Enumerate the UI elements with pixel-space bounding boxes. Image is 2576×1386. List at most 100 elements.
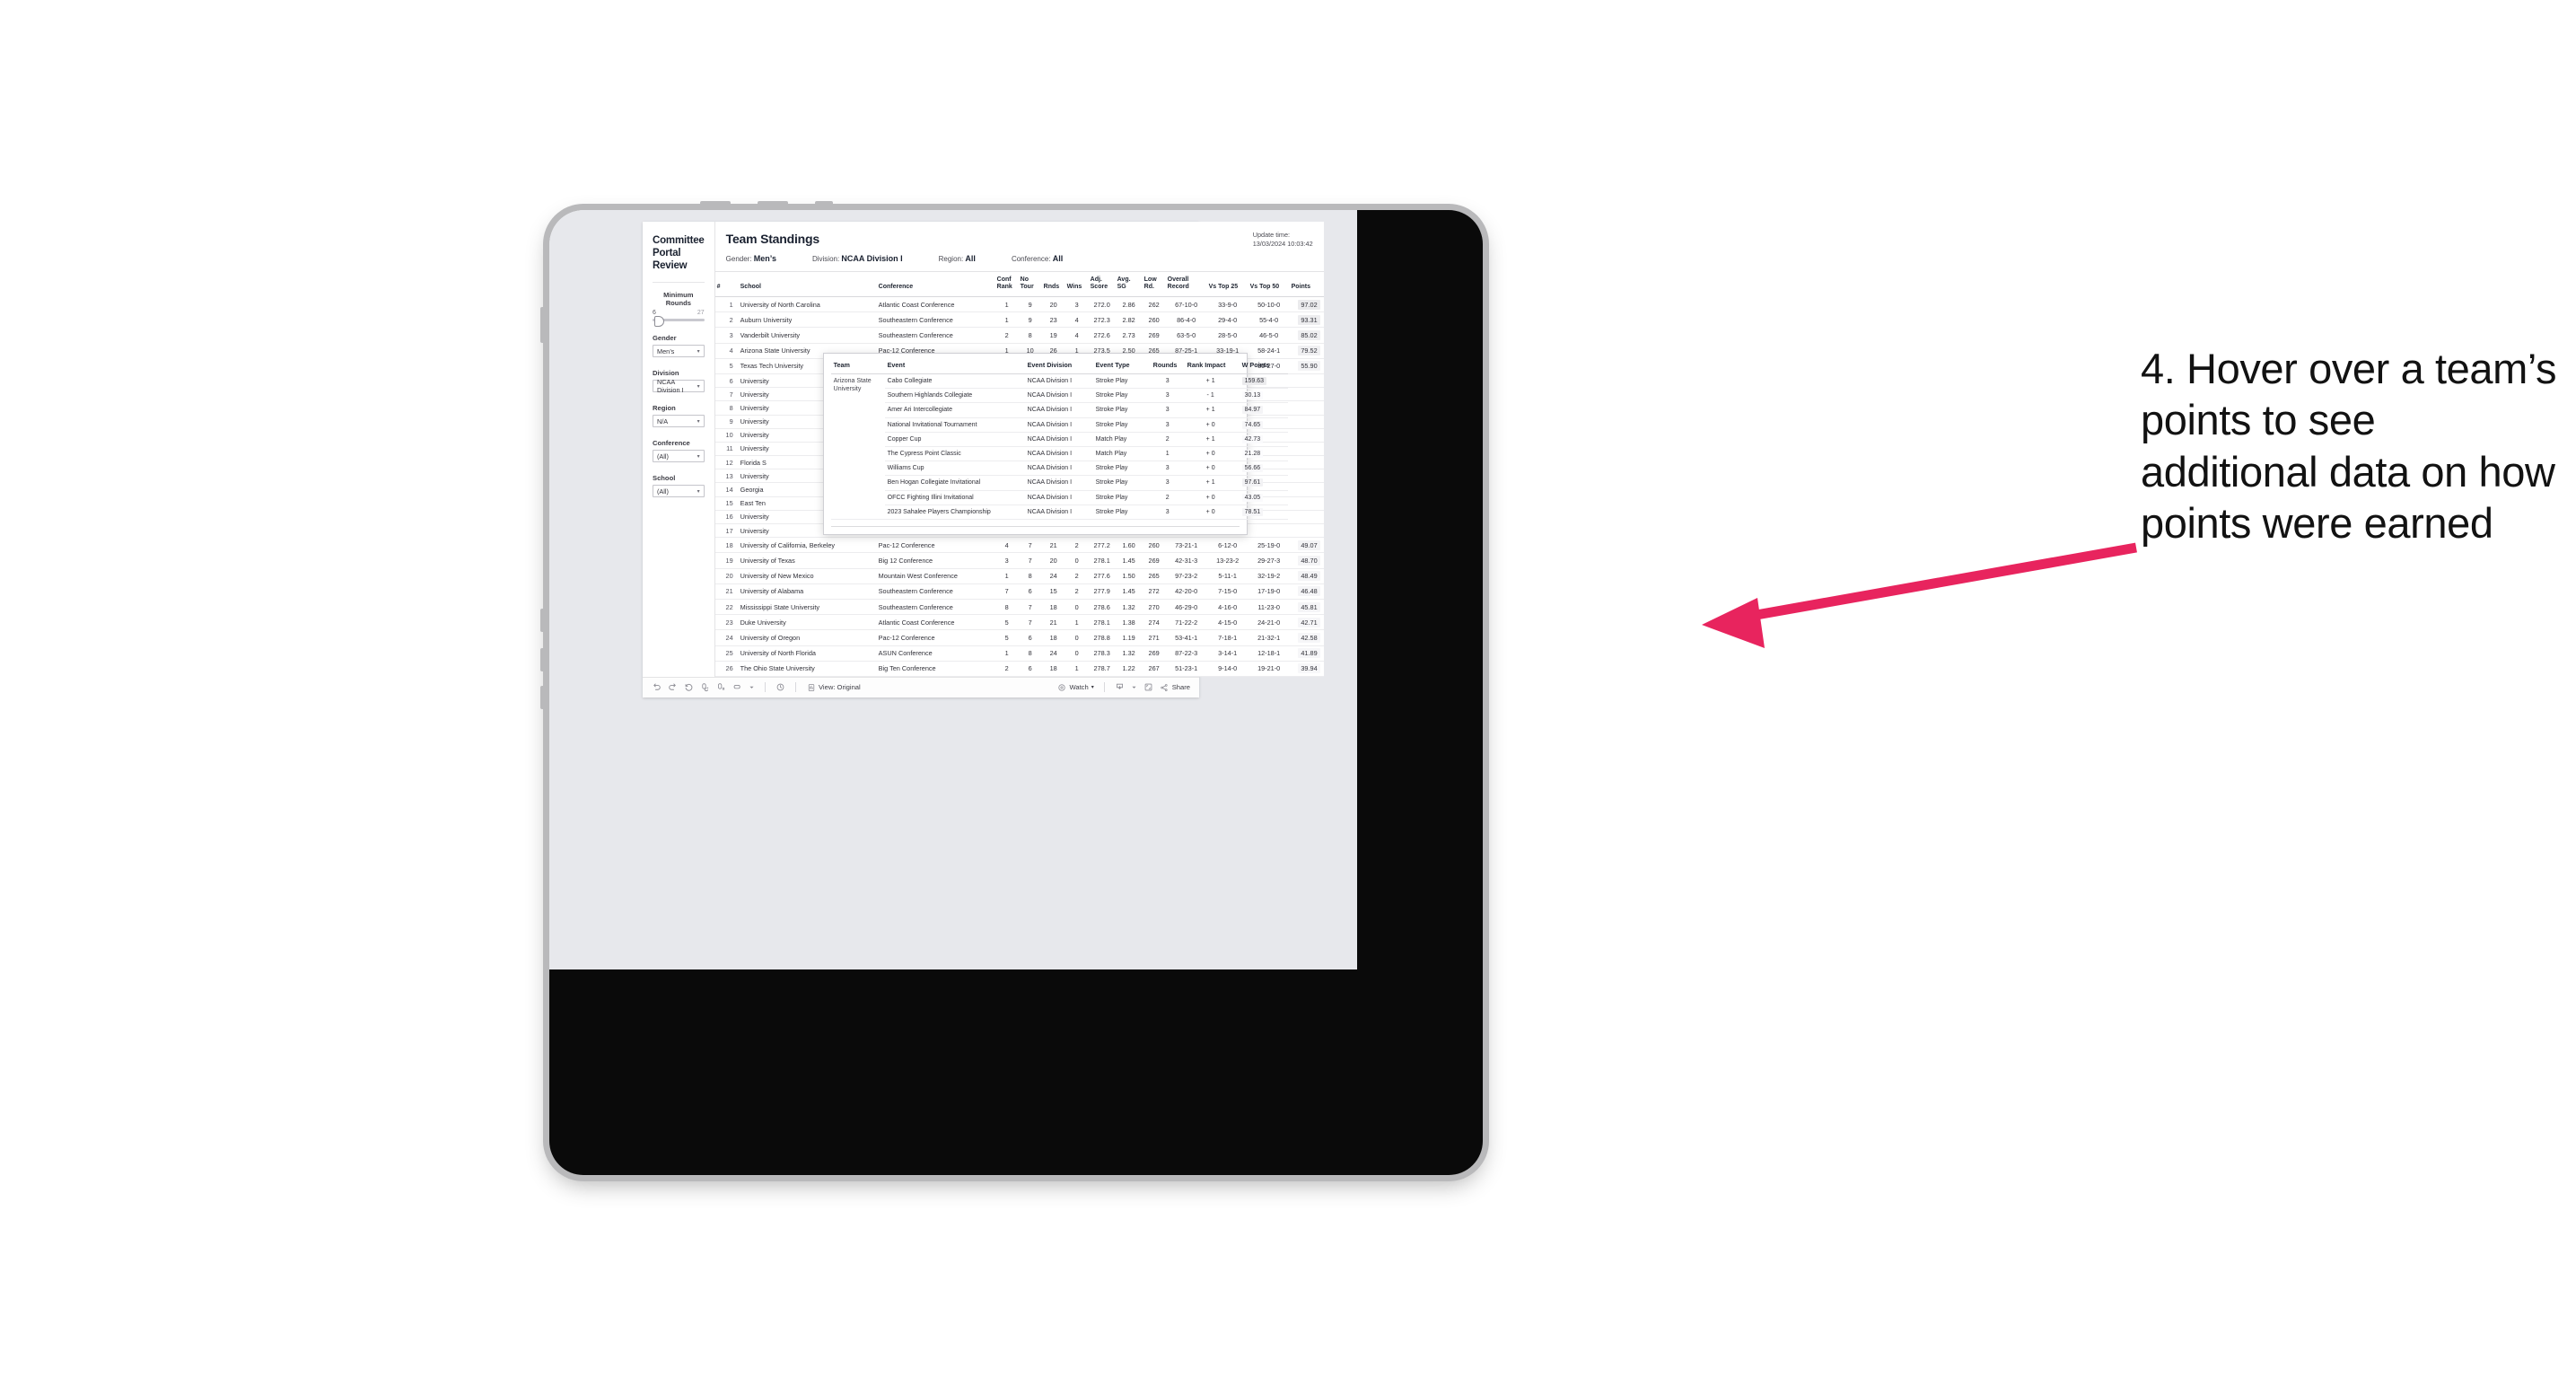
rnds-cell: 21 (1041, 614, 1065, 631)
col-no-tour[interactable]: No Tour (1018, 272, 1042, 297)
points-cell[interactable] (1289, 455, 1324, 470)
points-cell[interactable] (1289, 510, 1324, 525)
points-cell[interactable] (1289, 469, 1324, 484)
tooltip-event-type-cell: Stroke Play (1092, 475, 1151, 491)
filter-conference-select[interactable]: (All) ▾ (653, 450, 705, 462)
col-vs-top-25[interactable]: Vs Top 25 (1206, 272, 1249, 297)
dropdown-caret-icon[interactable] (749, 682, 755, 692)
chevron-down-icon[interactable] (1131, 682, 1137, 692)
table-row[interactable]: 25 University of North Florida ASUN Confer… (714, 645, 1324, 662)
table-row[interactable]: 22 Mississippi State University Southeaste… (714, 599, 1324, 616)
fullscreen-icon[interactable] (1143, 682, 1153, 692)
view-original-button[interactable]: View: Original (806, 682, 861, 692)
share-button[interactable]: Share (1160, 682, 1190, 692)
points-cell[interactable]: 49.07 (1289, 537, 1324, 554)
points-cell[interactable]: 42.58 (1289, 629, 1324, 646)
download-icon[interactable] (1115, 682, 1125, 692)
device-side-button-extra (540, 686, 545, 709)
points-cell[interactable]: 41.89 (1289, 645, 1324, 662)
points-cell[interactable]: 46.48 (1289, 583, 1324, 600)
table-row[interactable]: 21 University of Alabama Southeastern Conf… (714, 583, 1324, 600)
tooltip-event-division-cell: NCAA Division I (1024, 446, 1093, 462)
col-conf-rank[interactable]: Conf Rank (994, 272, 1019, 297)
points-cell[interactable] (1289, 442, 1324, 457)
filter-gender: Gender Men’s ▾ (653, 334, 705, 357)
points-cell[interactable]: 93.31 (1289, 311, 1324, 329)
table-row[interactable]: 24 University of Oregon Pac-12 Conference 5… (714, 629, 1324, 646)
points-cell[interactable] (1289, 373, 1324, 389)
col-rnds[interactable]: Rnds (1041, 272, 1065, 297)
revert-icon[interactable] (684, 682, 694, 692)
alerts-icon[interactable] (775, 682, 785, 692)
adj-score-cell: 278.1 (1088, 614, 1116, 631)
points-cell[interactable] (1289, 428, 1324, 443)
undo-icon[interactable] (652, 682, 662, 692)
overall-record-cell: 87-22-3 (1165, 645, 1207, 662)
points-cell[interactable] (1289, 523, 1324, 539)
school-cell: Auburn University (738, 311, 877, 329)
table-row[interactable]: 23 Duke University Atlantic Coast Conferen… (714, 614, 1324, 631)
col-vs-top-50[interactable]: Vs Top 50 (1248, 272, 1290, 297)
avg-sg-cell: 1.22 (1115, 661, 1143, 677)
minimum-rounds-slider-handle[interactable] (654, 315, 664, 327)
minimum-rounds-slider[interactable] (653, 315, 705, 327)
col-avg-sg[interactable]: Avg. SG (1115, 272, 1143, 297)
points-cell[interactable]: 85.02 (1289, 327, 1324, 344)
points-cell[interactable] (1289, 482, 1324, 497)
wins-cell: 1 (1065, 661, 1089, 677)
table-row[interactable]: 20 University of New Mexico Mountain West … (714, 568, 1324, 584)
col-conference[interactable]: Conference (876, 272, 995, 297)
chevron-down-icon: ▾ (697, 418, 700, 425)
list-item: National Invitational Tournament NCAA Div… (831, 417, 1288, 433)
points-cell[interactable]: 48.70 (1289, 552, 1324, 569)
points-cell[interactable]: 45.81 (1289, 599, 1324, 616)
table-row[interactable]: 18 University of California, Berkeley Pac-… (714, 537, 1324, 554)
col-adj-score[interactable]: Adj. Score (1088, 272, 1116, 297)
points-cell[interactable]: 79.52 (1289, 343, 1324, 359)
table-row[interactable]: 26 The Ohio State University Big Ten Confe… (714, 661, 1324, 677)
watch-button[interactable]: Watch ▾ (1056, 682, 1094, 692)
applied-region-value: All (965, 254, 976, 263)
points-cell[interactable] (1289, 400, 1324, 416)
view-shape-icon[interactable] (732, 682, 742, 692)
conference-cell: Atlantic Coast Conference (876, 614, 995, 631)
filter-region-select[interactable]: N/A ▾ (653, 415, 705, 427)
rank-cell: 21 (714, 583, 739, 600)
filter-division-select[interactable]: NCAA Division I ▾ (653, 378, 705, 394)
table-row[interactable]: 3 Vanderbilt University Southeastern Confe… (714, 327, 1324, 344)
device-top-button-3 (815, 201, 833, 206)
col-low-rd[interactable]: Low Rd. (1142, 272, 1166, 297)
col-wins[interactable]: Wins (1065, 272, 1089, 297)
filter-gender-select[interactable]: Men’s ▾ (653, 345, 705, 357)
points-cell[interactable]: 42.71 (1289, 614, 1324, 631)
points-cell[interactable] (1289, 496, 1324, 511)
points-cell[interactable]: 97.02 (1289, 296, 1324, 313)
points-cell[interactable] (1289, 415, 1324, 429)
points-cell[interactable] (1289, 387, 1324, 402)
points-cell[interactable]: 39.94 (1289, 661, 1324, 677)
tooltip-w-points-cell: 97.61 (1236, 475, 1288, 491)
table-row[interactable]: 19 University of Texas Big 12 Conference 3 7… (714, 552, 1324, 569)
col-school[interactable]: School (738, 272, 877, 297)
no-tour-cell: 9 (1018, 296, 1042, 313)
points-value: 45.81 (1298, 601, 1320, 612)
list-item: Arizona State University Cabo Collegiate N… (830, 373, 1288, 520)
table-row[interactable]: 2 Auburn University Southeastern Conferenc… (714, 311, 1324, 329)
tooltip-col-w-points: W Points (1236, 359, 1288, 374)
points-cell[interactable]: 55.90 (1289, 358, 1324, 374)
standings-table-head: # School Conference Conf Rank No Tour Rn… (714, 272, 1324, 297)
col-points[interactable]: Points (1289, 272, 1324, 297)
school-cell: Vanderbilt University (738, 327, 877, 344)
applied-filter-gender: Gender: Men’s (726, 254, 776, 263)
col-overall-record[interactable]: Overall Record (1165, 272, 1207, 297)
low-rd-cell: 271 (1142, 629, 1166, 646)
col-rank[interactable]: # (714, 272, 739, 297)
applied-gender-value: Men’s (753, 254, 776, 263)
redo-icon[interactable] (668, 682, 678, 692)
table-row[interactable]: 1 University of North Carolina Atlantic Co… (714, 296, 1324, 313)
rnds-cell: 24 (1041, 645, 1065, 662)
pause-auto-update-icon[interactable] (716, 682, 726, 692)
refresh-data-icon[interactable] (700, 682, 710, 692)
filter-school-select[interactable]: (All) ▾ (653, 485, 705, 497)
points-cell[interactable]: 48.49 (1289, 568, 1324, 584)
